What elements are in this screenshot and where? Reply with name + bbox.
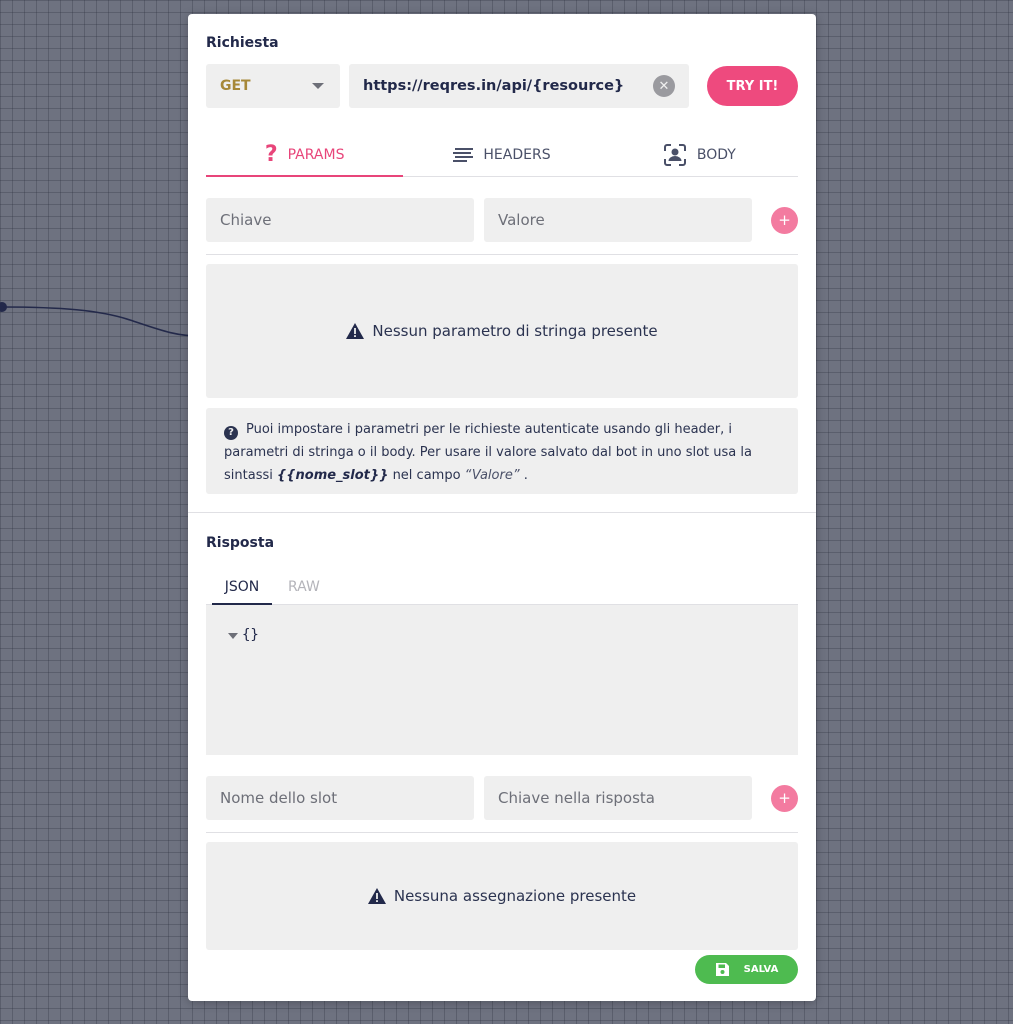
api-request-panel: Richiesta GET https://reqres.in/api/{res…	[188, 14, 816, 1001]
request-tabs: ? PARAMS HEADERS BODY	[206, 134, 798, 177]
tab-body[interactable]: BODY	[601, 134, 798, 176]
empty-params-notice: Nessun parametro di stringa presente	[206, 264, 798, 398]
empty-assignments-text: Nessuna assegnazione presente	[393, 887, 637, 905]
warning-icon	[346, 323, 365, 339]
plus-icon: +	[778, 211, 791, 229]
question-icon: ?	[264, 142, 278, 167]
json-viewer: {}	[206, 605, 798, 755]
method-value: GET	[220, 78, 251, 94]
info-notice: ? Puoi impostare i parametri per le richi…	[206, 408, 798, 494]
tab-raw-label: RAW	[288, 579, 320, 595]
response-key-input[interactable]: Chiave nella risposta	[484, 776, 752, 820]
tab-headers[interactable]: HEADERS	[403, 134, 600, 176]
param-key-placeholder: Chiave	[220, 211, 272, 229]
info-text-3: .	[523, 468, 528, 483]
save-button[interactable]: SALVA	[695, 955, 798, 984]
response-key-placeholder: Chiave nella risposta	[498, 789, 655, 807]
plus-icon: +	[778, 789, 791, 807]
clear-icon[interactable]: ✕	[653, 75, 675, 97]
add-param-button[interactable]: +	[771, 207, 798, 234]
collapse-triangle-icon[interactable]	[228, 633, 238, 639]
slot-name-input[interactable]: Nome dello slot	[206, 776, 474, 820]
request-title: Richiesta	[206, 35, 279, 51]
param-value-input[interactable]: Valore	[484, 198, 752, 242]
url-value: https://reqres.in/api/{resource}	[363, 78, 625, 94]
tab-params[interactable]: ? PARAMS	[206, 134, 404, 177]
info-field: “Valore”	[464, 468, 520, 483]
divider	[206, 254, 798, 255]
param-value-placeholder: Valore	[498, 211, 545, 229]
tab-body-label: BODY	[696, 147, 736, 163]
warning-icon	[367, 888, 386, 904]
tab-raw[interactable]: RAW	[288, 570, 364, 604]
info-syntax: {{nome_slot}}	[277, 468, 389, 483]
divider	[206, 832, 798, 833]
chevron-down-icon	[312, 83, 324, 89]
tab-params-label: PARAMS	[287, 147, 345, 163]
empty-assignments-notice: Nessuna assegnazione presente	[206, 842, 798, 950]
save-label: SALVA	[743, 964, 779, 975]
tab-headers-label: HEADERS	[483, 147, 551, 163]
method-select[interactable]: GET	[206, 64, 340, 108]
json-preview: {}	[242, 627, 259, 643]
param-key-input[interactable]: Chiave	[206, 198, 474, 242]
user-scan-icon	[663, 144, 686, 166]
slot-name-placeholder: Nome dello slot	[220, 789, 338, 807]
help-icon: ?	[224, 425, 238, 440]
info-text-2: nel campo	[392, 468, 461, 483]
tab-json[interactable]: JSON	[212, 570, 272, 605]
tab-json-label: JSON	[224, 579, 260, 595]
empty-params-text: Nessun parametro di stringa presente	[372, 322, 658, 340]
floppy-disk-icon	[715, 963, 729, 976]
url-input[interactable]: https://reqres.in/api/{resource} ✕	[349, 64, 689, 108]
response-title: Risposta	[206, 535, 275, 551]
response-tabs: JSON RAW	[206, 570, 798, 605]
try-it-button[interactable]: TRY IT!	[707, 66, 798, 106]
lines-icon	[453, 148, 474, 162]
flow-connector	[0, 302, 200, 337]
section-divider	[188, 512, 816, 513]
add-assignment-button[interactable]: +	[771, 785, 798, 812]
